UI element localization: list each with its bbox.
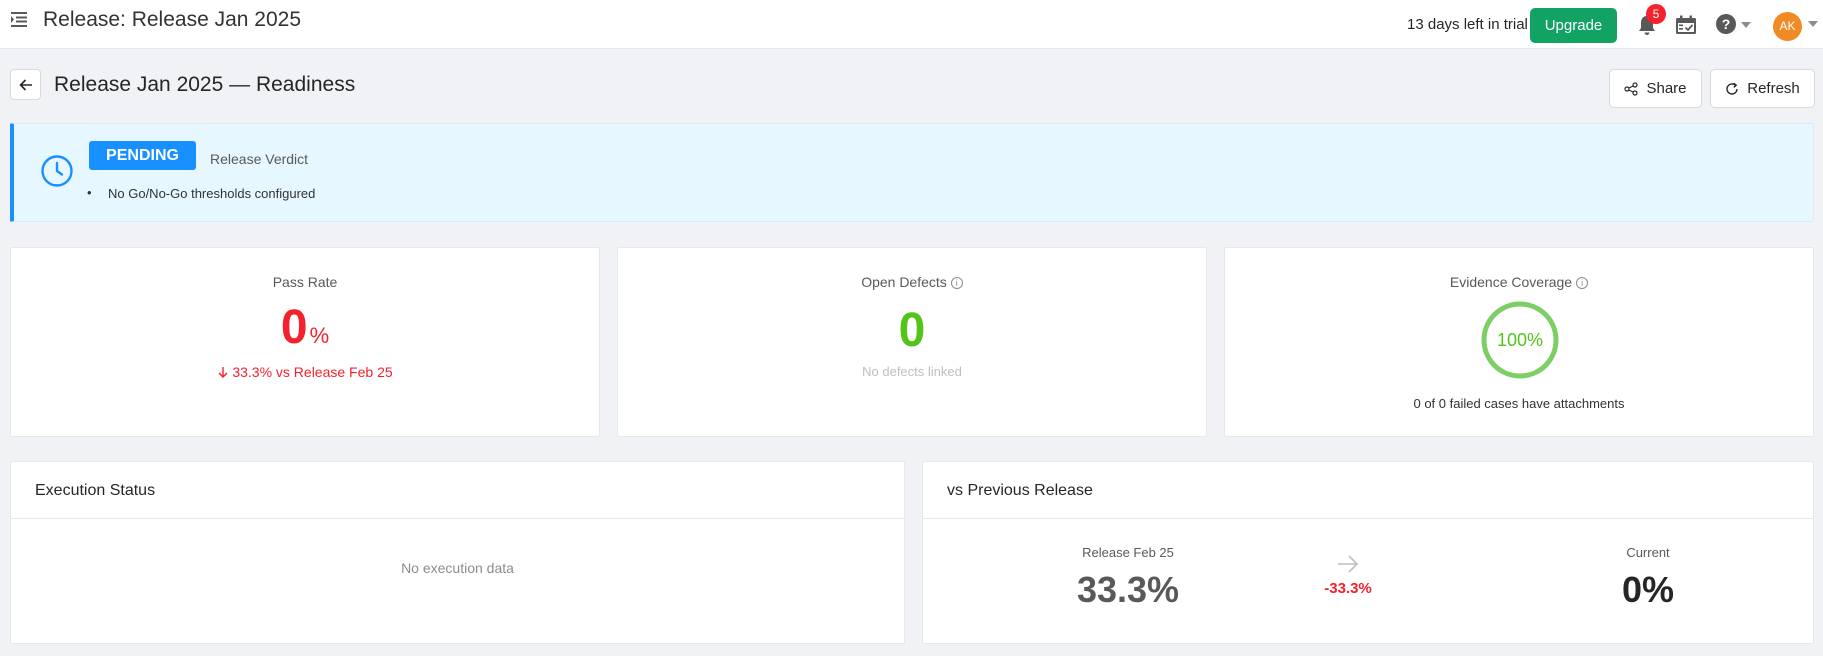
previous-release-title: vs Previous Release	[923, 462, 1813, 519]
share-icon	[1624, 81, 1639, 96]
pass-rate-card: Pass Rate 0% 33.3% vs Release Feb 25	[10, 247, 600, 437]
execution-empty-text: No execution data	[401, 560, 514, 576]
open-defects-card: Open Defects i 0 No defects linked	[617, 247, 1207, 437]
top-bar: Release: Release Jan 2025 13 days left i…	[0, 0, 1823, 49]
execution-status-title: Execution Status	[11, 462, 904, 519]
open-defects-title-row: Open Defects i	[618, 274, 1206, 290]
trial-status-text: 13 days left in trial	[1407, 16, 1528, 33]
execution-status-panel: Execution Status No execution data	[10, 461, 905, 644]
avatar-chevron-down-icon[interactable]	[1808, 21, 1818, 27]
refresh-icon	[1726, 82, 1738, 95]
verdict-label: Release Verdict	[210, 151, 309, 167]
back-button[interactable]	[10, 69, 41, 100]
release-verdict-banner: PENDING Release Verdict No Go/No-Go thre…	[10, 123, 1814, 222]
share-label: Share	[1646, 80, 1687, 97]
notification-count-badge: 5	[1646, 4, 1666, 24]
previous-release-value: 33.3%	[1076, 569, 1180, 610]
pass-rate-delta: 33.3% vs Release Feb 25	[11, 364, 599, 380]
avatar[interactable]: AK	[1773, 12, 1802, 41]
arrow-right-icon	[1338, 555, 1359, 573]
pass-rate-delta-text: 33.3% vs Release Feb 25	[232, 364, 393, 380]
current-release-label: Current	[1626, 545, 1670, 560]
verdict-status-badge: PENDING	[89, 141, 196, 170]
info-icon[interactable]: i	[950, 277, 963, 289]
page-title: Release Jan 2025 — Readiness	[54, 73, 356, 96]
calendar-check-icon[interactable]	[1675, 15, 1697, 35]
evidence-coverage-card: Evidence Coverage i 100% 0 of 0 failed ca…	[1224, 247, 1814, 437]
pass-rate-title: Pass Rate	[272, 274, 338, 290]
pass-rate-unit: %	[309, 323, 330, 348]
menu-icon[interactable]	[10, 10, 28, 28]
refresh-button[interactable]: Refresh	[1710, 69, 1815, 108]
previous-release-label: Release Feb 25	[1082, 545, 1174, 560]
help-icon[interactable]: ?	[1716, 14, 1736, 34]
pass-rate-number: 0	[280, 301, 308, 354]
arrow-left-icon	[19, 79, 32, 91]
open-defects-value: 0	[898, 304, 926, 357]
verdict-notes: No Go/No-Go thresholds configured	[87, 185, 315, 201]
upgrade-button[interactable]: Upgrade	[1530, 8, 1617, 43]
evidence-coverage-title-row: Evidence Coverage i	[1225, 274, 1813, 290]
comparison-delta-column: -33.3%	[1293, 554, 1403, 597]
app-title: Release: Release Jan 2025	[43, 8, 302, 31]
comparison-delta: -33.3%	[1324, 580, 1372, 597]
refresh-label: Refresh	[1747, 80, 1800, 97]
verdict-note-item: No Go/No-Go thresholds configured	[87, 185, 315, 201]
open-defects-title: Open Defects	[861, 274, 947, 290]
evidence-coverage-title: Evidence Coverage	[1449, 274, 1573, 290]
open-defects-subtitle: No defects linked	[862, 364, 962, 379]
share-button[interactable]: Share	[1609, 69, 1702, 108]
evidence-coverage-value: 100%	[1496, 330, 1544, 350]
info-icon[interactable]: i	[1576, 277, 1589, 289]
clock-icon	[41, 155, 73, 187]
evidence-coverage-subtitle: 0 of 0 failed cases have attachments	[1413, 396, 1625, 411]
arrow-down-icon	[218, 367, 228, 378]
current-release-value: 0%	[1621, 569, 1675, 610]
pass-rate-value: 0%	[11, 300, 599, 355]
current-release-column: Current 0%	[1543, 545, 1753, 611]
previous-release-column: Release Feb 25 33.3%	[1023, 545, 1233, 611]
previous-release-panel: vs Previous Release Release Feb 25 33.3%…	[922, 461, 1814, 644]
help-chevron-down-icon[interactable]	[1741, 22, 1751, 28]
